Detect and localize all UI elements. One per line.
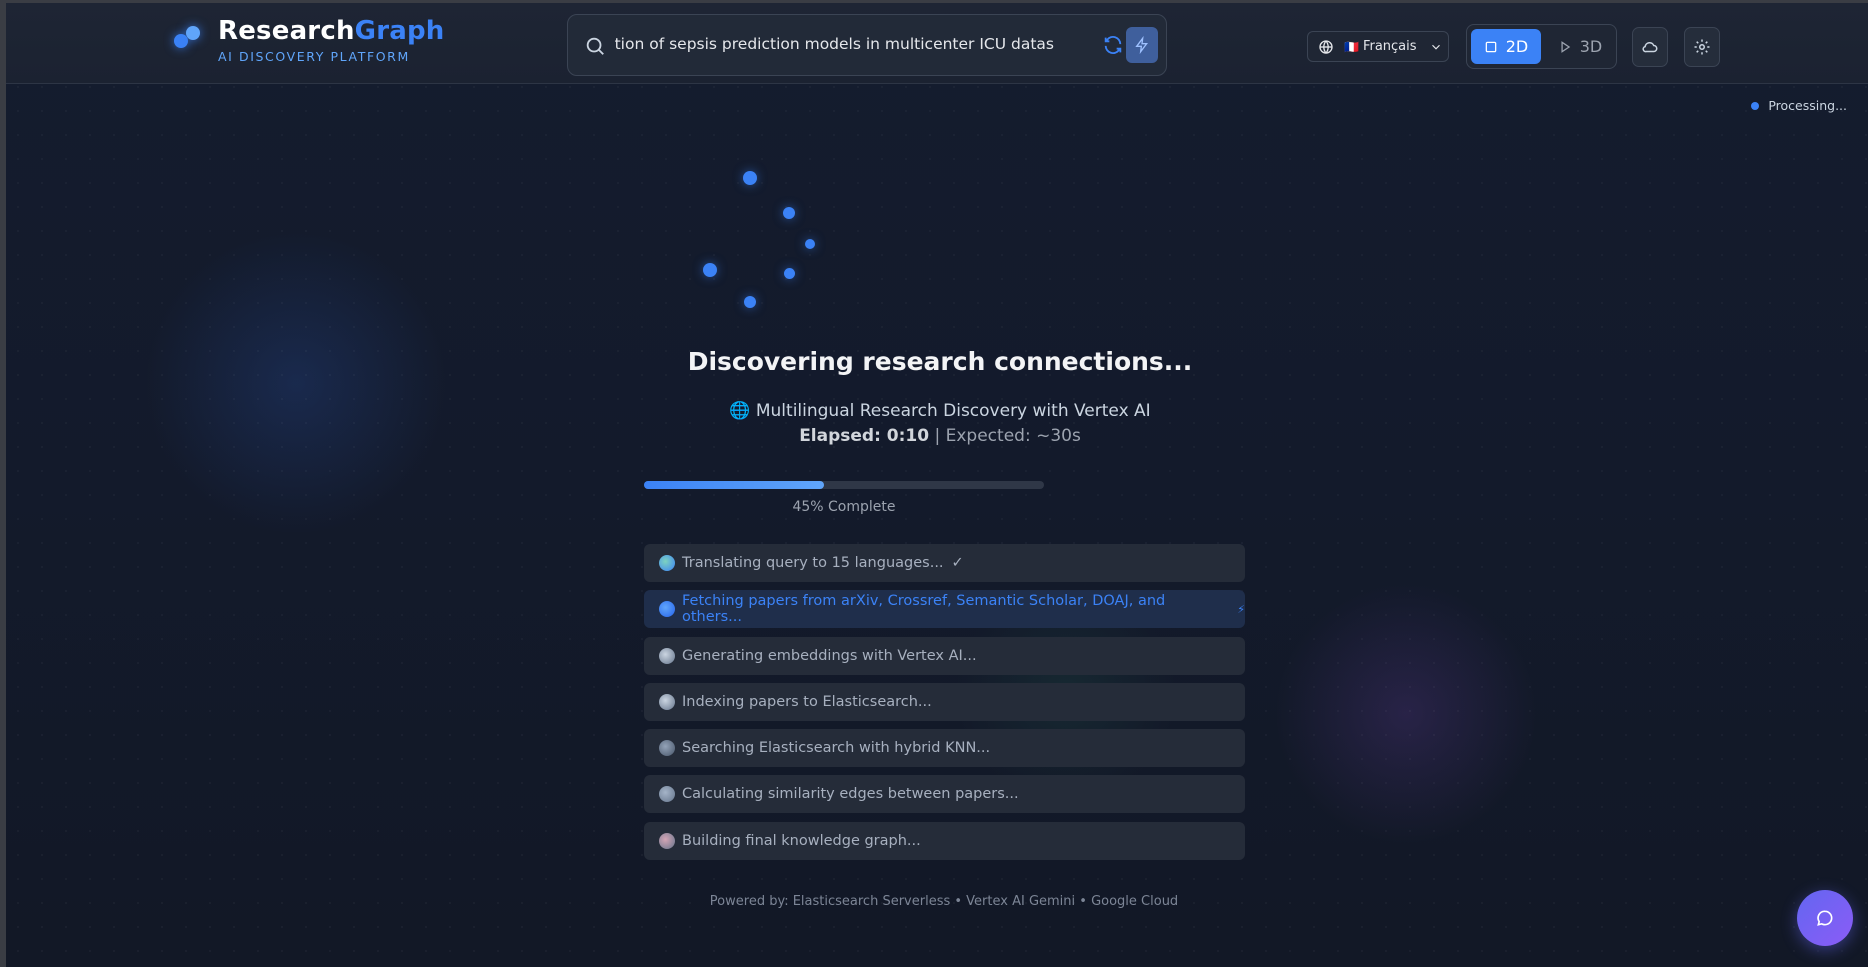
language-select[interactable]: 🇫🇷 Français xyxy=(1307,31,1449,62)
database-icon xyxy=(659,693,675,710)
view-3d-label: 3D xyxy=(1579,37,1603,56)
step-item: Generating embeddings with Vertex AI... xyxy=(644,636,1245,675)
language-label: Français xyxy=(1362,39,1417,54)
powered-by-footer: Powered by: Elasticsearch Serverless • V… xyxy=(709,894,1179,909)
search-bar[interactable]: ernal validation of sepsis prediction mo… xyxy=(567,14,1167,76)
step-item: Indexing papers to Elasticsearch... xyxy=(644,682,1245,721)
app-frame: ResearchGraph AI DISCOVERY PLATFORM erna… xyxy=(0,0,1868,967)
settings-button[interactable] xyxy=(1684,27,1720,67)
spinner-dot xyxy=(703,263,717,277)
step-item: Calculating similarity edges between pap… xyxy=(644,775,1245,814)
view-2d-label: 2D xyxy=(1505,37,1529,56)
brand-title: ResearchGraph xyxy=(218,15,445,47)
brand-title-part1: Research xyxy=(218,16,355,46)
step-label: Searching Elasticsearch with hybrid KNN.… xyxy=(682,740,991,757)
top-header: ResearchGraph AI DISCOVERY PLATFORM erna… xyxy=(6,3,1868,84)
lightning-icon xyxy=(1135,36,1148,54)
page-title: Discovering research connections... xyxy=(687,347,1193,376)
gear-icon xyxy=(1694,39,1710,55)
search-icon xyxy=(586,37,604,55)
progress-bar xyxy=(644,481,1044,489)
timer-line: Elapsed: 0:10 | Expected: ~30s xyxy=(6,426,1868,446)
square-icon xyxy=(1485,41,1497,52)
status-dot xyxy=(1751,101,1760,110)
chat-button[interactable] xyxy=(1797,890,1853,946)
spinner-dot xyxy=(743,171,757,185)
step-label: Indexing papers to Elasticsearch... xyxy=(682,693,932,710)
brand-subtitle: AI DISCOVERY PLATFORM xyxy=(218,49,410,64)
chevron-down-icon xyxy=(1431,44,1440,50)
step-label: Generating embeddings with Vertex AI... xyxy=(682,647,977,664)
view-2d-button[interactable]: 2D xyxy=(1471,29,1541,64)
step-label: Calculating similarity edges between pap… xyxy=(682,786,1019,803)
network-icon xyxy=(659,786,675,803)
search-submit-button[interactable] xyxy=(1126,27,1158,63)
progress-label: 45% Complete xyxy=(792,499,896,515)
checkmark-icon: ✓ xyxy=(951,555,964,571)
globe-icon xyxy=(1319,39,1333,54)
brand-text: ResearchGraph AI DISCOVERY PLATFORM xyxy=(218,15,445,64)
database-icon xyxy=(659,647,675,664)
expected-time: | Expected: ~30s xyxy=(934,426,1081,446)
refresh-icon[interactable] xyxy=(1102,34,1124,56)
step-label: Fetching papers from arXiv, Crossref, Se… xyxy=(682,593,1166,626)
steps-list: Translating query to 15 languages... ✓ Fet… xyxy=(644,544,1245,868)
logo-molecule-icon xyxy=(172,21,204,53)
language-flag: 🇫🇷 xyxy=(1344,39,1359,54)
step-item: Fetching papers from arXiv, Crossref, Se… xyxy=(644,590,1245,629)
cloud-icon xyxy=(1642,41,1658,53)
search-input[interactable]: ernal validation of sepsis prediction mo… xyxy=(614,35,1054,57)
chat-bubble-icon xyxy=(1817,910,1833,926)
step-item: Translating query to 15 languages... ✓ xyxy=(644,544,1245,582)
processing-label: Processing... xyxy=(1768,98,1847,113)
view-mode-toggle: 2D 3D xyxy=(1466,24,1617,69)
spinner-dot xyxy=(784,268,795,279)
brain-icon xyxy=(659,832,675,849)
spinner-dot xyxy=(805,239,815,249)
step-item: Building final knowledge graph... xyxy=(644,821,1245,860)
hybrid-search-icon xyxy=(659,740,675,757)
step-item: Searching Elasticsearch with hybrid KNN.… xyxy=(644,729,1245,768)
search-icon xyxy=(659,601,675,618)
spinner-dot xyxy=(744,296,756,308)
spinner-dot xyxy=(783,207,795,219)
lightning-icon: ⚡ xyxy=(1237,602,1245,616)
brand-title-part2: Graph xyxy=(354,16,445,46)
brand-logo[interactable]: ResearchGraph AI DISCOVERY PLATFORM xyxy=(172,15,445,64)
elapsed-time: Elapsed: 0:10 xyxy=(799,426,930,446)
step-label: Translating query to 15 languages... xyxy=(682,555,944,571)
play-icon xyxy=(1561,40,1570,53)
globe-icon xyxy=(659,555,675,571)
step-label: Building final knowledge graph... xyxy=(682,832,921,849)
cloud-button[interactable] xyxy=(1632,27,1668,67)
processing-indicator: Processing... xyxy=(1751,98,1847,113)
progress-fill xyxy=(644,481,824,489)
view-3d-button[interactable]: 3D xyxy=(1547,29,1613,64)
subtitle: 🌐 Multilingual Research Discovery with V… xyxy=(729,401,1151,421)
